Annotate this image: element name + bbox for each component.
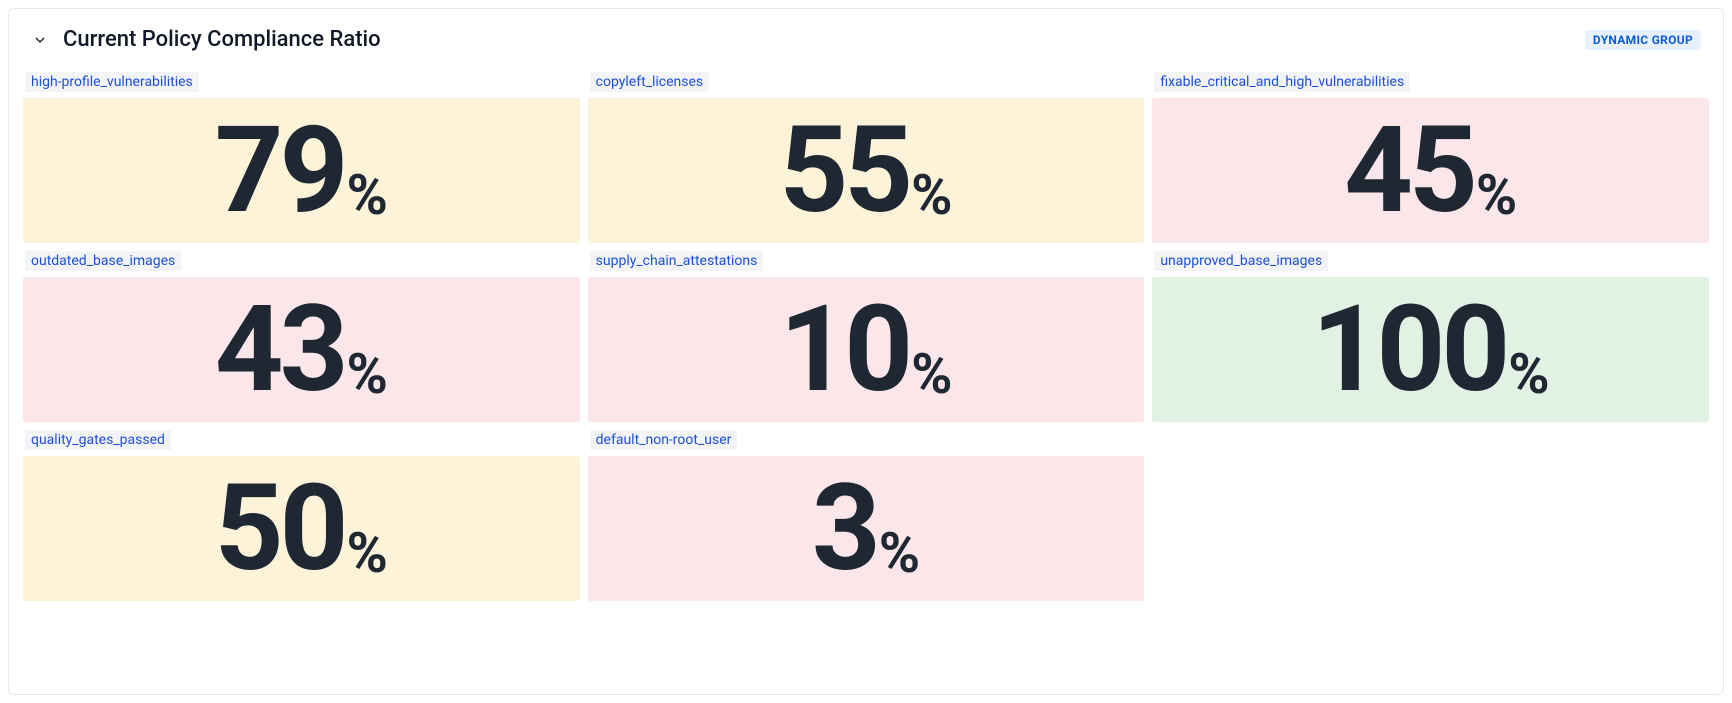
metric-unit: % bbox=[1508, 341, 1549, 407]
metric-fixable-critical-and-high-vulnerabilities[interactable]: fixable_critical_and_high_vulnerabilitie… bbox=[1152, 72, 1709, 243]
metric-label: high-profile_vulnerabilities bbox=[25, 72, 199, 92]
metric-copyleft-licenses[interactable]: copyleft_licenses 55% bbox=[588, 72, 1145, 243]
metric-value: 3 bbox=[812, 469, 877, 589]
panel-header: Current Policy Compliance Ratio DYNAMIC … bbox=[23, 27, 1709, 52]
metric-box: 79% bbox=[23, 98, 580, 243]
metric-label: default_non-root_user bbox=[590, 430, 738, 450]
metric-unit: % bbox=[346, 162, 387, 228]
metric-unit: % bbox=[879, 520, 920, 586]
metric-unit: % bbox=[346, 520, 387, 586]
metric-default-non-root-user[interactable]: default_non-root_user 3% bbox=[588, 430, 1145, 601]
metric-label: unapproved_base_images bbox=[1154, 251, 1328, 271]
metric-box: 43% bbox=[23, 277, 580, 422]
metric-box: 55% bbox=[588, 98, 1145, 243]
metric-box: 100% bbox=[1152, 277, 1709, 422]
metric-value: 45 bbox=[1344, 111, 1474, 231]
metric-value: 50 bbox=[215, 469, 345, 589]
metric-unit: % bbox=[346, 341, 387, 407]
panel-title: Current Policy Compliance Ratio bbox=[63, 27, 381, 52]
metric-label: quality_gates_passed bbox=[25, 430, 171, 450]
metric-high-profile-vulnerabilities[interactable]: high-profile_vulnerabilities 79% bbox=[23, 72, 580, 243]
metric-box: 45% bbox=[1152, 98, 1709, 243]
metric-quality-gates-passed[interactable]: quality_gates_passed 50% bbox=[23, 430, 580, 601]
metric-value: 10 bbox=[779, 290, 909, 410]
chevron-down-icon[interactable] bbox=[31, 31, 49, 49]
metric-value: 79 bbox=[215, 111, 345, 231]
metric-value: 43 bbox=[215, 290, 345, 410]
metric-supply-chain-attestations[interactable]: supply_chain_attestations 10% bbox=[588, 251, 1145, 422]
metric-value: 100 bbox=[1312, 290, 1507, 410]
metric-label: fixable_critical_and_high_vulnerabilitie… bbox=[1154, 72, 1410, 92]
metric-unapproved-base-images[interactable]: unapproved_base_images 100% bbox=[1152, 251, 1709, 422]
dynamic-group-badge[interactable]: DYNAMIC GROUP bbox=[1585, 30, 1701, 50]
metric-box: 10% bbox=[588, 277, 1145, 422]
metric-outdated-base-images[interactable]: outdated_base_images 43% bbox=[23, 251, 580, 422]
metric-label: supply_chain_attestations bbox=[590, 251, 764, 271]
compliance-panel: Current Policy Compliance Ratio DYNAMIC … bbox=[8, 8, 1724, 695]
metric-unit: % bbox=[1476, 162, 1517, 228]
metric-unit: % bbox=[911, 341, 952, 407]
metric-box: 50% bbox=[23, 456, 580, 601]
metric-box: 3% bbox=[588, 456, 1145, 601]
metric-unit: % bbox=[911, 162, 952, 228]
panel-header-left: Current Policy Compliance Ratio bbox=[31, 27, 381, 52]
metric-label: copyleft_licenses bbox=[590, 72, 709, 92]
metric-value: 55 bbox=[779, 111, 909, 231]
metric-label: outdated_base_images bbox=[25, 251, 181, 271]
metrics-grid: high-profile_vulnerabilities 79% copylef… bbox=[23, 72, 1709, 601]
